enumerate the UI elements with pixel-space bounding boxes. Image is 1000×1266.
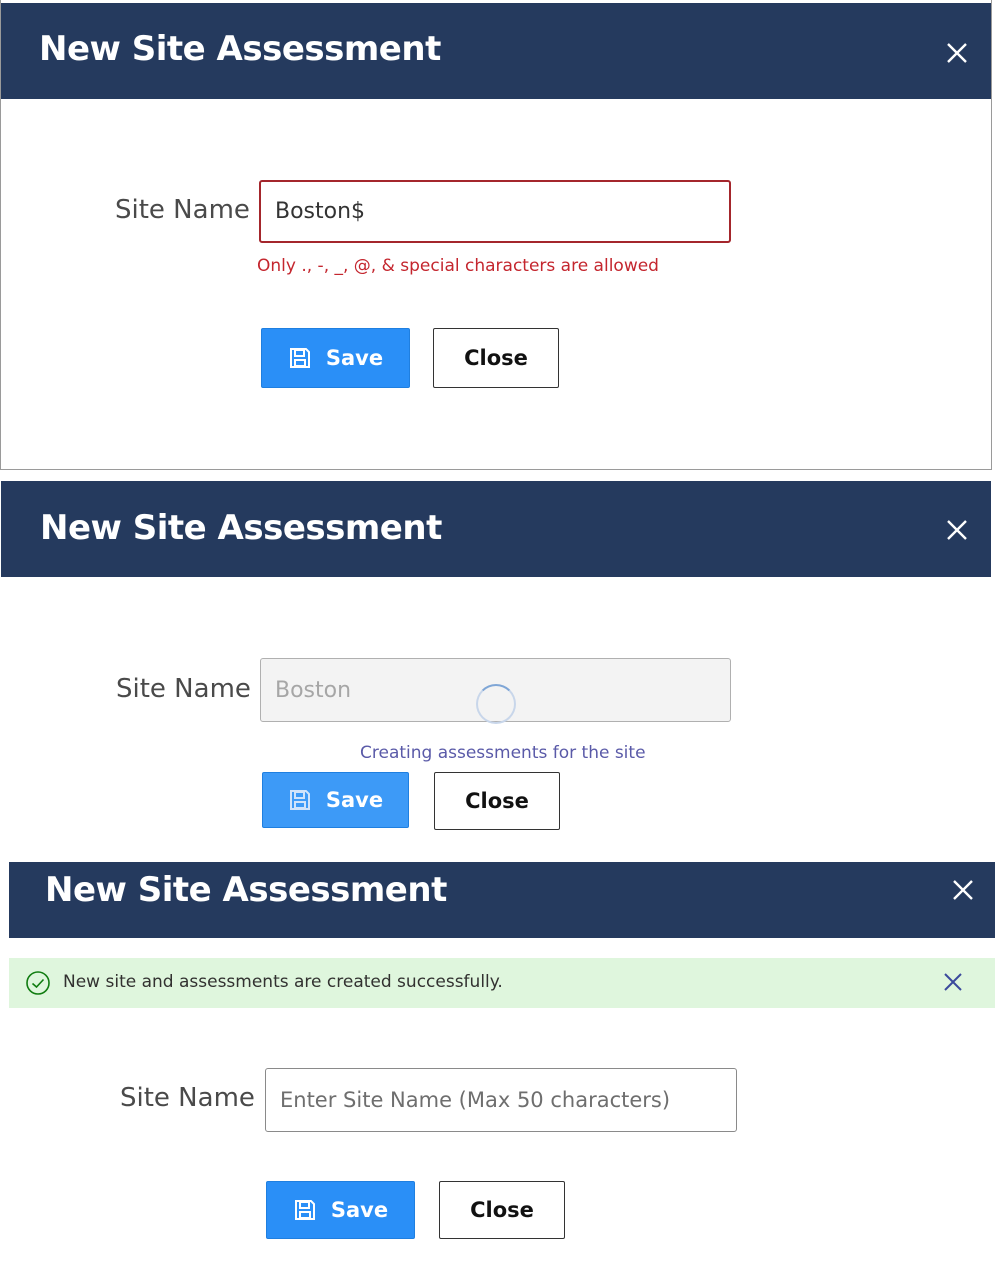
floppy-disk-icon [289, 348, 310, 368]
save-button-label: Save [330, 1198, 389, 1222]
dialog-header: New Site Assessment [1, 481, 991, 577]
close-button-label: Close [465, 789, 529, 813]
success-message-bar: New site and assessments are created suc… [9, 958, 995, 1008]
close-button-label: Close [464, 346, 528, 370]
site-name-label: Site Name [115, 195, 250, 225]
close-button[interactable]: Close [433, 328, 559, 388]
close-button[interactable]: Close [434, 772, 560, 830]
site-name-input[interactable] [265, 1068, 737, 1132]
close-icon[interactable] [949, 876, 977, 904]
success-message: New site and assessments are created suc… [63, 972, 503, 992]
save-button-label: Save [325, 346, 384, 370]
dialog-invalid-input: New Site Assessment Site Name Only ., -,… [0, 0, 992, 470]
validation-error-message: Only ., -, _, @, & special characters ar… [257, 256, 659, 276]
site-name-label: Site Name [120, 1083, 255, 1113]
floppy-disk-icon [294, 1200, 315, 1220]
site-name-input[interactable] [259, 180, 731, 243]
dialog-success: New Site Assessment New site and assessm… [9, 862, 995, 1262]
close-icon[interactable] [943, 39, 971, 67]
save-button-label: Save [325, 788, 384, 812]
dialog-title: New Site Assessment [39, 29, 441, 69]
close-button-label: Close [470, 1198, 534, 1222]
close-icon[interactable] [943, 516, 971, 544]
save-button: Save [262, 772, 409, 828]
site-name-label: Site Name [116, 674, 251, 704]
progress-message: Creating assessments for the site [360, 743, 646, 763]
dialog-creating: New Site Assessment Site Name Creating a… [1, 481, 991, 841]
dialog-title: New Site Assessment [45, 870, 447, 910]
dialog-title: New Site Assessment [40, 508, 442, 548]
dialog-header: New Site Assessment [9, 862, 995, 938]
save-button[interactable]: Save [266, 1181, 415, 1239]
dialog-header: New Site Assessment [1, 3, 991, 99]
loading-spinner [476, 684, 516, 724]
save-button[interactable]: Save [261, 328, 410, 388]
close-button[interactable]: Close [439, 1181, 565, 1239]
check-circle-icon [26, 971, 50, 995]
floppy-disk-icon [289, 790, 310, 810]
close-icon[interactable] [941, 970, 965, 994]
